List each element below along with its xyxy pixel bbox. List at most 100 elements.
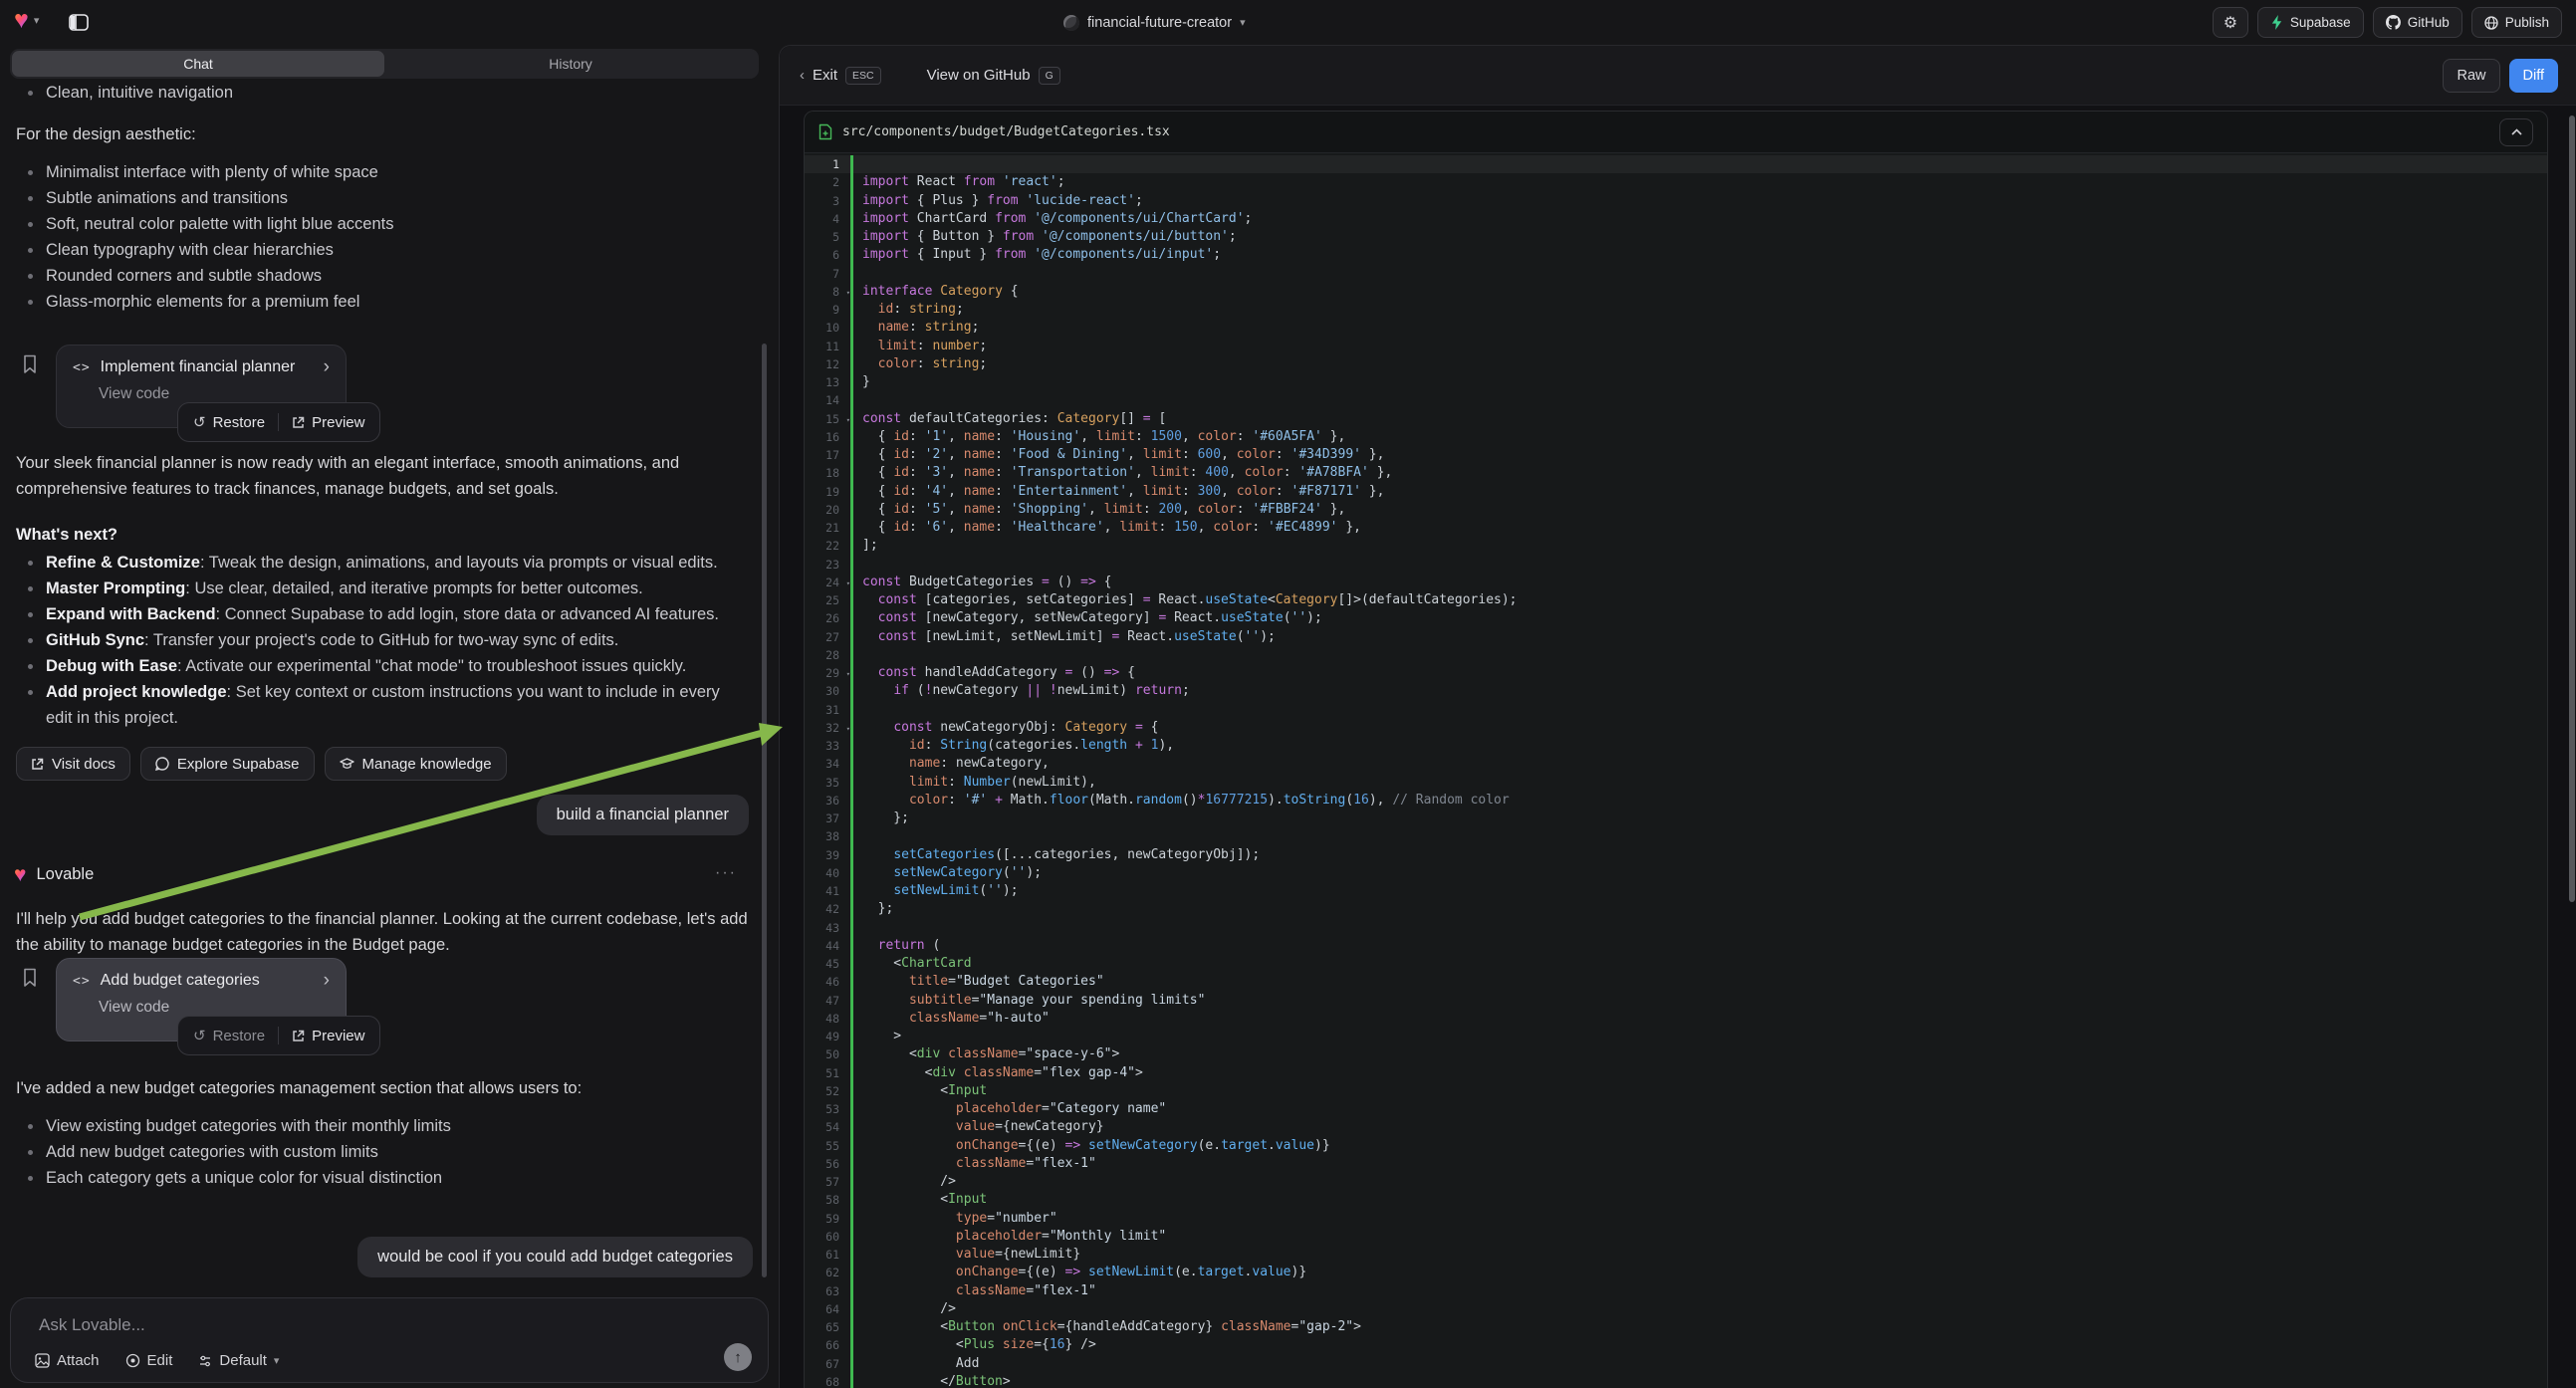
view-on-github-button[interactable]: View on GitHub G xyxy=(927,67,1060,85)
chevron-down-icon: ▾ xyxy=(1240,16,1246,29)
code-line: 1 xyxy=(805,155,2547,173)
code-line: 17 { id: '2', name: 'Food & Dining', lim… xyxy=(805,446,2547,464)
list-item: Clean, intuitive navigation xyxy=(16,80,749,106)
github-label: GitHub xyxy=(2408,15,2450,30)
code-line: 11 limit: number; xyxy=(805,338,2547,355)
external-link-icon xyxy=(292,1030,305,1042)
restore-button[interactable]: ↺ Restore xyxy=(193,1027,265,1044)
code-line: 6import { Input } from '@/components/ui/… xyxy=(805,246,2547,264)
chat-bubble-icon xyxy=(155,757,169,771)
attach-button[interactable]: Attach xyxy=(35,1352,100,1369)
lovable-heart-icon: ♥ xyxy=(14,864,26,885)
diff-toggle-button[interactable]: Diff xyxy=(2509,59,2559,93)
project-name: financial-future-creator xyxy=(1087,15,1232,31)
fold-chevron-icon[interactable]: ▾ xyxy=(846,284,850,302)
code-line: 68 </Button> xyxy=(805,1373,2547,1388)
code-scrollbar[interactable] xyxy=(2569,116,2575,902)
restore-button[interactable]: ↺ Restore xyxy=(193,413,265,431)
code-line: 49 > xyxy=(805,1028,2547,1045)
code-line: 42 }; xyxy=(805,900,2547,918)
code-file-card: src/components/budget/BudgetCategories.t… xyxy=(804,111,2548,1388)
message-more-button[interactable]: ··· xyxy=(715,864,737,882)
code-icon: <> xyxy=(73,360,91,375)
bookmark-icon[interactable] xyxy=(22,354,38,374)
code-line: 7 xyxy=(805,265,2547,283)
code-line: 20 { id: '5', name: 'Shopping', limit: 2… xyxy=(805,501,2547,519)
list-item: Soft, neutral color palette with light b… xyxy=(16,211,749,237)
collapse-file-button[interactable] xyxy=(2499,118,2533,146)
settings-button[interactable]: ⚙ xyxy=(2213,7,2248,38)
supabase-button[interactable]: Supabase xyxy=(2257,7,2364,38)
code-line: 44 return ( xyxy=(805,937,2547,955)
code-icon: <> xyxy=(73,974,91,989)
code-line: 34 name: newCategory, xyxy=(805,755,2547,773)
visit-docs-button[interactable]: Visit docs xyxy=(16,747,130,781)
code-line: 24▾const BudgetCategories = () => { xyxy=(805,574,2547,591)
code-line: 53 placeholder="Category name" xyxy=(805,1100,2547,1118)
view-code-link[interactable]: View code xyxy=(99,999,330,1017)
exit-button[interactable]: ‹ Exit esc xyxy=(800,67,881,85)
assistant-message: Your sleek financial planner is now read… xyxy=(16,450,749,502)
project-switcher[interactable]: financial-future-creator ▾ xyxy=(1063,9,1246,36)
chevron-up-icon xyxy=(2511,128,2522,135)
code-line: 66 <Plus size={16} /> xyxy=(805,1336,2547,1354)
explore-supabase-button[interactable]: Explore Supabase xyxy=(140,747,315,781)
list-item: GitHub Sync: Transfer your project's cod… xyxy=(16,627,737,653)
target-icon xyxy=(125,1353,140,1368)
gear-icon: ⚙ xyxy=(2224,13,2237,33)
chat-panel: Chat History Clean, intuitive navigation… xyxy=(0,0,779,1388)
code-line: 25 const [categories, setCategories] = R… xyxy=(805,591,2547,609)
fold-chevron-icon[interactable]: ▾ xyxy=(846,720,850,738)
code-line: 14 xyxy=(805,391,2547,409)
version-card-title: Implement financial planner xyxy=(101,358,296,376)
chat-scrollbar[interactable] xyxy=(762,344,767,1277)
code-line: 45 <ChartCard xyxy=(805,955,2547,973)
list-item: Add project knowledge: Set key context o… xyxy=(16,679,737,731)
send-button[interactable]: ↑ xyxy=(724,1343,752,1371)
code-line: 59 type="number" xyxy=(805,1210,2547,1228)
tab-chat[interactable]: Chat xyxy=(12,51,384,77)
chevron-down-icon: ▾ xyxy=(274,1354,280,1367)
fold-chevron-icon[interactable]: ▾ xyxy=(846,411,850,429)
whats-next-heading: What's next? xyxy=(16,522,749,548)
file-header[interactable]: src/components/budget/BudgetCategories.t… xyxy=(805,112,2547,153)
code-editor[interactable]: 12import React from 'react';3import { Pl… xyxy=(805,153,2547,1388)
version-actions: ↺ Restore Preview xyxy=(177,1016,380,1055)
code-line: 35 limit: Number(newLimit), xyxy=(805,774,2547,792)
image-icon xyxy=(35,1353,50,1368)
assistant-name: Lovable xyxy=(36,865,94,884)
code-line: 33 id: String(categories.length + 1), xyxy=(805,737,2547,755)
code-line: 3import { Plus } from 'lucide-react'; xyxy=(805,192,2547,210)
chat-input-placeholder: Ask Lovable... xyxy=(39,1315,145,1335)
preview-button[interactable]: Preview xyxy=(292,1028,364,1044)
assistant-message: I've added a new budget categories manag… xyxy=(16,1075,749,1101)
code-line: 47 subtitle="Manage your spending limits… xyxy=(805,992,2547,1010)
chevron-right-icon: › xyxy=(324,359,330,375)
edit-button[interactable]: Edit xyxy=(125,1352,173,1369)
code-line: 13} xyxy=(805,373,2547,391)
fold-chevron-icon[interactable]: ▾ xyxy=(846,575,850,592)
divider xyxy=(278,413,279,431)
added-bullet-list: View existing budget categories with the… xyxy=(16,1113,749,1191)
chat-input-box[interactable]: Ask Lovable... Attach Edit xyxy=(10,1297,769,1383)
fold-chevron-icon[interactable]: ▾ xyxy=(846,665,850,683)
view-code-link[interactable]: View code xyxy=(99,385,330,403)
bookmark-icon[interactable] xyxy=(22,968,38,988)
mode-selector[interactable]: Default ▾ xyxy=(198,1352,279,1369)
preview-button[interactable]: Preview xyxy=(292,414,364,431)
list-item: Each category gets a unique color for vi… xyxy=(16,1165,749,1191)
publish-button[interactable]: Publish xyxy=(2471,7,2562,38)
code-line: 29▾ const handleAddCategory = () => { xyxy=(805,664,2547,682)
code-line: 27 const [newLimit, setNewLimit] = React… xyxy=(805,628,2547,646)
code-line: 52 <Input xyxy=(805,1082,2547,1100)
code-line: 54 value={newCategory} xyxy=(805,1118,2547,1136)
manage-knowledge-button[interactable]: Manage knowledge xyxy=(325,747,507,781)
github-button[interactable]: GitHub xyxy=(2373,7,2462,38)
code-line: 5import { Button } from '@/components/ui… xyxy=(805,228,2547,246)
code-line: 57 /> xyxy=(805,1173,2547,1191)
raw-toggle-button[interactable]: Raw xyxy=(2443,59,2499,93)
tab-history[interactable]: History xyxy=(384,51,757,77)
code-line: 12 color: string; xyxy=(805,355,2547,373)
code-line: 62 onChange={(e) => setNewLimit(e.target… xyxy=(805,1264,2547,1281)
code-line: 51 <div className="flex gap-4"> xyxy=(805,1064,2547,1082)
